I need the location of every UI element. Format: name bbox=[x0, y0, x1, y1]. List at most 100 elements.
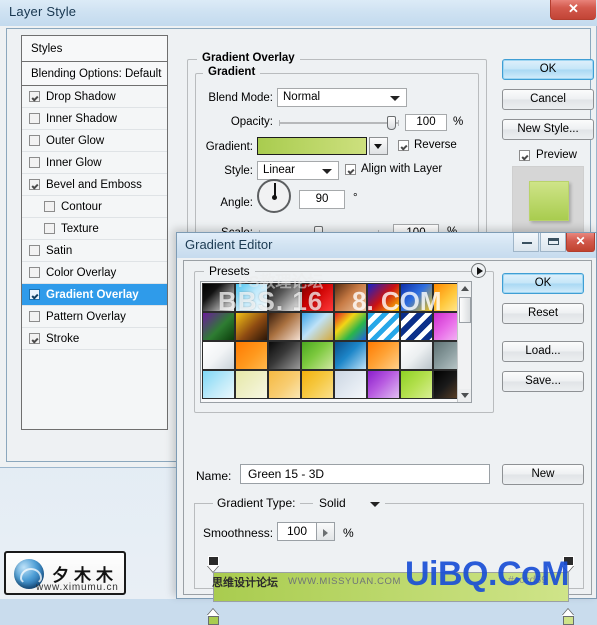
cancel-button[interactable]: Cancel bbox=[502, 89, 594, 110]
preset-swatch[interactable] bbox=[268, 341, 301, 370]
smoothness-input[interactable]: 100 bbox=[277, 522, 317, 541]
stop-pointer-glyph bbox=[562, 565, 574, 572]
style-row-outer-glow[interactable]: Outer Glow bbox=[22, 130, 167, 152]
checkbox-icon[interactable] bbox=[29, 311, 40, 322]
presets-menu-icon[interactable] bbox=[471, 263, 486, 278]
checkbox-icon[interactable] bbox=[29, 157, 40, 168]
reset-button[interactable]: Reset bbox=[502, 303, 584, 324]
style-row-inner-shadow[interactable]: Inner Shadow bbox=[22, 108, 167, 130]
checkbox-icon[interactable] bbox=[29, 135, 40, 146]
style-row-pattern-overlay[interactable]: Pattern Overlay bbox=[22, 306, 167, 328]
preset-swatch[interactable] bbox=[367, 312, 400, 341]
style-row-contour[interactable]: Contour bbox=[22, 196, 167, 218]
checkbox-icon[interactable] bbox=[29, 333, 40, 344]
checkbox-icon[interactable] bbox=[29, 91, 40, 102]
preset-swatch[interactable] bbox=[268, 283, 301, 312]
gradient-picker-dropdown[interactable] bbox=[369, 137, 388, 155]
scroll-up-icon[interactable] bbox=[458, 282, 472, 295]
preset-swatch[interactable] bbox=[202, 341, 235, 370]
name-input[interactable]: Green 15 - 3D bbox=[240, 464, 490, 484]
smoothness-unit: % bbox=[343, 526, 354, 540]
checkbox-icon[interactable] bbox=[398, 140, 409, 151]
preset-swatch[interactable] bbox=[202, 370, 235, 399]
checkbox-icon[interactable] bbox=[345, 164, 356, 175]
presets-scrollbar[interactable] bbox=[457, 282, 471, 402]
angle-input[interactable]: 90 bbox=[299, 190, 345, 209]
ok-button[interactable]: OK bbox=[502, 273, 584, 294]
checkbox-icon[interactable] bbox=[29, 267, 40, 278]
gradient-strip[interactable] bbox=[213, 572, 569, 602]
opacity-stop-left[interactable] bbox=[207, 556, 220, 573]
preset-swatch[interactable] bbox=[235, 341, 268, 370]
close-icon[interactable]: ✕ bbox=[566, 233, 595, 252]
preset-swatch[interactable] bbox=[367, 283, 400, 312]
preset-swatch[interactable] bbox=[334, 283, 367, 312]
gradient-preview-swatch[interactable] bbox=[257, 137, 367, 155]
style-row-satin[interactable]: Satin bbox=[22, 240, 167, 262]
checkbox-icon[interactable] bbox=[29, 113, 40, 124]
preset-swatch[interactable] bbox=[268, 370, 301, 399]
style-row-drop-shadow[interactable]: Drop Shadow bbox=[22, 86, 167, 108]
opacity-slider[interactable] bbox=[279, 114, 399, 132]
preset-swatch[interactable] bbox=[235, 312, 268, 341]
color-stop-right[interactable] bbox=[562, 608, 575, 625]
reverse-checkbox[interactable]: Reverse bbox=[398, 139, 457, 151]
align-with-layer-checkbox[interactable]: Align with Layer bbox=[345, 163, 442, 175]
blending-options-row[interactable]: Blending Options: Default bbox=[22, 62, 167, 86]
opacity-input[interactable]: 100 bbox=[405, 114, 447, 131]
close-icon[interactable]: ✕ bbox=[550, 0, 596, 20]
style-row-color-overlay[interactable]: Color Overlay bbox=[22, 262, 167, 284]
save-button[interactable]: Save... bbox=[502, 371, 584, 392]
ok-button[interactable]: OK bbox=[502, 59, 594, 80]
preset-swatch[interactable] bbox=[400, 341, 433, 370]
style-row-gradient-overlay[interactable]: Gradient Overlay bbox=[22, 284, 167, 306]
preset-swatch[interactable] bbox=[334, 370, 367, 399]
style-row-stroke[interactable]: Stroke bbox=[22, 328, 167, 350]
preview-checkbox[interactable]: Preview bbox=[502, 149, 594, 161]
preset-swatch[interactable] bbox=[202, 283, 235, 312]
new-style-button[interactable]: New Style... bbox=[502, 119, 594, 140]
minimize-icon[interactable] bbox=[513, 233, 539, 252]
preset-swatch[interactable] bbox=[301, 283, 334, 312]
slider-knob[interactable] bbox=[387, 116, 396, 130]
gradient-type-dropdown[interactable]: Solid bbox=[313, 493, 385, 513]
opacity-stop-right[interactable] bbox=[562, 556, 575, 573]
preset-swatch[interactable] bbox=[400, 370, 433, 399]
style-dropdown[interactable]: Linear bbox=[257, 161, 339, 180]
checkbox-icon[interactable] bbox=[519, 150, 530, 161]
scroll-down-icon[interactable] bbox=[458, 389, 472, 402]
style-row-bevel-and-emboss[interactable]: Bevel and Emboss bbox=[22, 174, 167, 196]
presets-group: Presets bbox=[194, 271, 494, 413]
scrollbar-thumb[interactable] bbox=[459, 297, 471, 323]
color-stop-left[interactable] bbox=[207, 608, 220, 625]
presets-swatch-panel[interactable] bbox=[200, 281, 472, 403]
layer-style-titlebar[interactable]: Layer Style ✕ bbox=[0, 0, 597, 26]
checkbox-icon[interactable] bbox=[44, 201, 55, 212]
preset-swatch[interactable] bbox=[367, 341, 400, 370]
new-button[interactable]: New bbox=[502, 464, 584, 485]
style-row-inner-glow[interactable]: Inner Glow bbox=[22, 152, 167, 174]
gradient-editor-titlebar[interactable]: Gradient Editor ✕ bbox=[177, 233, 596, 258]
maximize-icon[interactable] bbox=[540, 233, 566, 252]
blend-mode-dropdown[interactable]: Normal bbox=[277, 88, 407, 107]
checkbox-icon[interactable] bbox=[29, 289, 40, 300]
angle-dial[interactable] bbox=[257, 179, 291, 213]
load-button[interactable]: Load... bbox=[502, 341, 584, 362]
preset-swatch[interactable] bbox=[334, 312, 367, 341]
preset-swatch[interactable] bbox=[301, 312, 334, 341]
preset-swatch[interactable] bbox=[400, 312, 433, 341]
smoothness-stepper[interactable] bbox=[317, 522, 335, 541]
preset-swatch[interactable] bbox=[235, 370, 268, 399]
preset-swatch[interactable] bbox=[268, 312, 301, 341]
checkbox-icon[interactable] bbox=[29, 245, 40, 256]
preset-swatch[interactable] bbox=[334, 341, 367, 370]
preset-swatch[interactable] bbox=[367, 370, 400, 399]
checkbox-icon[interactable] bbox=[29, 179, 40, 190]
style-row-texture[interactable]: Texture bbox=[22, 218, 167, 240]
preset-swatch[interactable] bbox=[301, 341, 334, 370]
preset-swatch[interactable] bbox=[235, 283, 268, 312]
preset-swatch[interactable] bbox=[202, 312, 235, 341]
preset-swatch[interactable] bbox=[301, 370, 334, 399]
checkbox-icon[interactable] bbox=[44, 223, 55, 234]
preset-swatch[interactable] bbox=[400, 283, 433, 312]
